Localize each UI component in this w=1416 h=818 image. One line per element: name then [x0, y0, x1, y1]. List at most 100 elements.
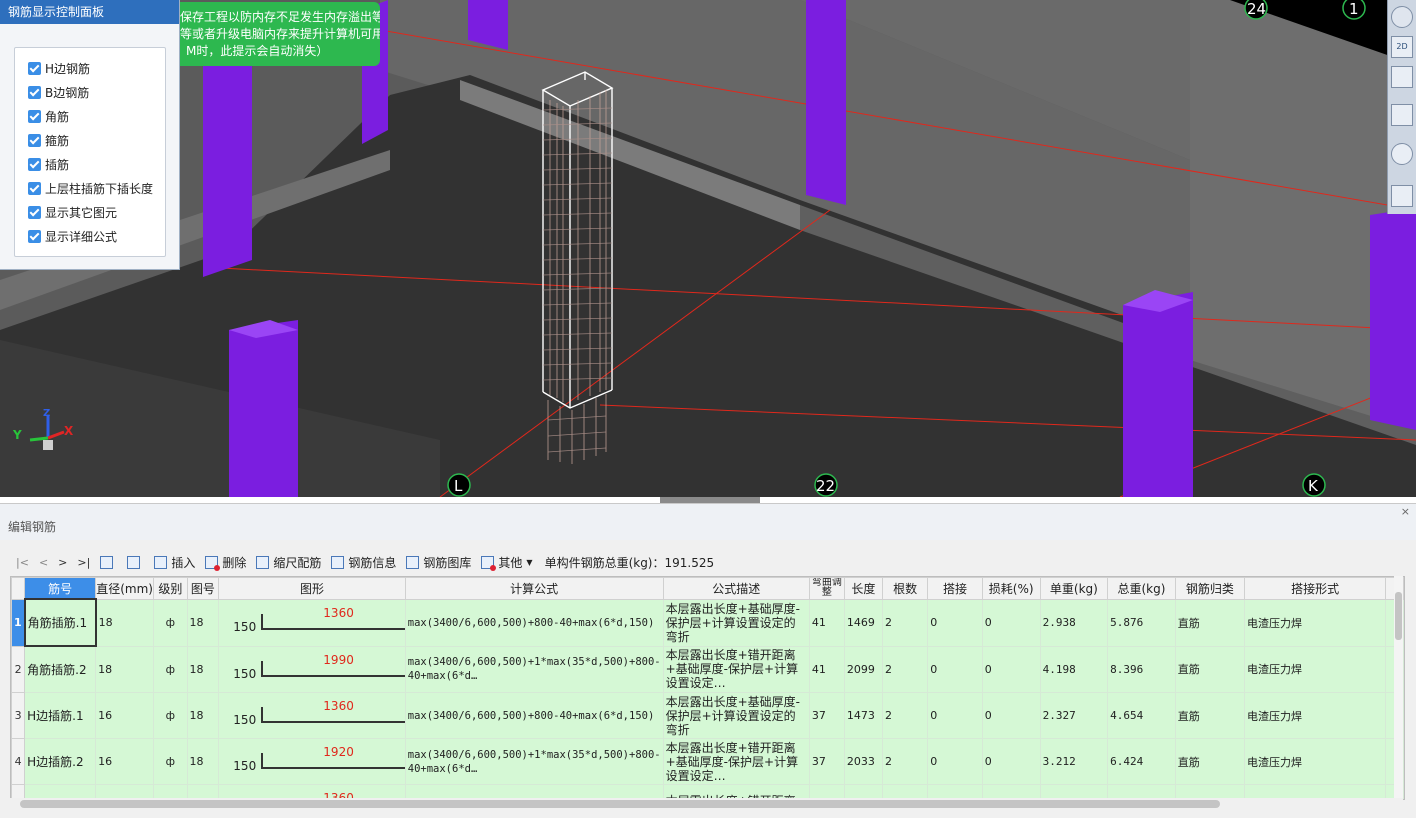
loss-cell[interactable]: 0 [981, 598, 1041, 647]
lap-type-cell[interactable]: 电渣压力焊 [1244, 692, 1387, 739]
horizontal-scrollbar[interactable] [10, 798, 1403, 810]
unit-weight-cell[interactable]: 3.212 [1039, 738, 1109, 785]
table-row[interactable]: 1 角筋插筋.1 18 ф 18 150 1360 max(3400/6,600… [11, 598, 1404, 647]
orbit-icon[interactable] [1391, 6, 1413, 28]
checkbox-checked-icon[interactable] [28, 109, 41, 123]
lap-cell[interactable]: 0 [927, 738, 983, 785]
row-index[interactable]: 1 [11, 598, 26, 647]
col-header[interactable]: 筋号 [24, 577, 97, 600]
formula-cell[interactable]: max(3400/6,600,500)+800-40+max(6*d,150) [404, 598, 664, 647]
lap-type-cell[interactable]: 电渣压力焊 [1244, 645, 1387, 693]
option-corner-rebar[interactable]: 角筋 [28, 107, 69, 125]
formula-cell[interactable]: max(3400/6,600,500)+1*max(35*d,500)+800-… [404, 645, 664, 693]
formula-cell[interactable]: max(3400/6,600,500)+800-40+max(6*d,150) [404, 692, 664, 739]
vertical-scroll-thumb[interactable] [1395, 592, 1402, 640]
formula-desc-cell[interactable]: 本层露出长度+错开距离+基础厚度-保护层+计算设置设定… [662, 645, 810, 693]
count-cell[interactable]: 2 [881, 645, 929, 693]
unit-weight-cell[interactable]: 4.198 [1039, 645, 1109, 693]
formula-cell[interactable]: max(3400/6,600,500)+1*max(35*d,500)+800-… [404, 738, 664, 785]
checkbox-checked-icon[interactable] [28, 181, 41, 195]
rebar-name-cell[interactable]: 角筋插筋.2 [24, 645, 97, 693]
figure-no-cell[interactable]: 18 [186, 692, 220, 739]
total-weight-cell[interactable]: 5.876 [1107, 598, 1176, 647]
option-h-rebar[interactable]: H边钢筋 [28, 59, 90, 77]
lap-type-cell[interactable]: 电渣压力焊 [1244, 738, 1387, 785]
shape-main-length[interactable]: 1920 [323, 745, 354, 759]
insert-button[interactable]: 插入 [154, 554, 195, 571]
shape-main-length[interactable]: 1360 [323, 699, 354, 713]
length-cell[interactable]: 1469 [843, 598, 883, 647]
col-header[interactable]: 总重(kg) [1107, 577, 1176, 600]
col-header[interactable]: 弯曲调整 [808, 577, 845, 600]
rotate-icon[interactable] [1391, 143, 1413, 165]
figure-no-cell[interactable]: 18 [186, 645, 220, 693]
row-index[interactable]: 3 [11, 692, 26, 739]
grade-cell[interactable]: ф [153, 692, 188, 739]
rebar-name-cell[interactable]: 角筋插筋.1 [23, 598, 97, 647]
rebar-info-button[interactable]: 钢筋信息 [331, 554, 396, 571]
col-header[interactable]: 长度 [843, 577, 883, 600]
scale-rebar-button[interactable]: 缩尺配筋 [256, 554, 321, 571]
col-header[interactable]: 单重(kg) [1039, 577, 1109, 600]
checkbox-checked-icon[interactable] [28, 85, 41, 99]
grade-cell[interactable]: ф [153, 598, 188, 647]
loss-cell[interactable]: 0 [981, 645, 1041, 693]
total-weight-cell[interactable]: 8.396 [1107, 645, 1176, 693]
view-cube-icon[interactable] [1391, 66, 1413, 88]
col-header[interactable]: 搭接形式 [1244, 577, 1387, 600]
formula-desc-cell[interactable]: 本层露出长度+基础厚度-保护层+计算设置设定的弯折 [662, 692, 810, 739]
view-2d-button[interactable]: 2D [1391, 36, 1413, 58]
vertical-scrollbar[interactable] [1394, 576, 1403, 798]
rebar-name-cell[interactable]: H边插筋.2 [24, 738, 97, 785]
shape-cell[interactable]: 150 1360 [218, 692, 406, 739]
rebar-name-cell[interactable]: H边插筋.1 [24, 692, 97, 739]
3d-viewport[interactable]: 24 1 L 22 K Y X Z 保存工程以防内存不足发生内存溢出等 等或者升… [0, 0, 1416, 497]
unit-weight-cell[interactable]: 2.938 [1039, 598, 1109, 647]
checkbox-checked-icon[interactable] [28, 61, 41, 75]
nav-first-button[interactable]: |< [16, 556, 29, 569]
length-cell[interactable]: 2099 [843, 645, 883, 693]
nav-prev-button[interactable]: < [39, 556, 48, 569]
lap-cell[interactable]: 0 [927, 598, 983, 647]
grade-cell[interactable]: ф [153, 738, 188, 785]
move-up-button[interactable] [100, 555, 117, 569]
diameter-cell[interactable]: 16 [95, 692, 155, 739]
nav-last-button[interactable]: >| [77, 556, 90, 569]
loss-cell[interactable]: 0 [981, 692, 1041, 739]
rebar-library-button[interactable]: 钢筋图库 [406, 554, 471, 571]
formula-desc-cell[interactable]: 本层露出长度+基础厚度-保护层+计算设置设定的弯折 [662, 598, 810, 647]
length-cell[interactable]: 2033 [843, 738, 883, 785]
checkbox-checked-icon[interactable] [28, 157, 41, 171]
figure-no-cell[interactable]: 18 [186, 598, 220, 647]
delete-button[interactable]: 删除 [205, 554, 246, 571]
category-cell[interactable]: 直筋 [1174, 598, 1246, 647]
other-menu-button[interactable]: 其他 ▼ [481, 554, 533, 571]
box-view-icon[interactable] [1391, 104, 1413, 126]
option-b-rebar[interactable]: B边钢筋 [28, 83, 89, 101]
checkbox-checked-icon[interactable] [28, 205, 41, 219]
shape-main-length[interactable]: 1990 [323, 653, 354, 667]
option-show-other-elements[interactable]: 显示其它图元 [28, 203, 117, 221]
option-upper-dowel-length[interactable]: 上层柱插筋下插长度 [28, 179, 153, 197]
col-header[interactable]: 公式描述 [662, 577, 810, 600]
grade-cell[interactable]: ф [153, 645, 188, 693]
nav-next-button[interactable]: > [58, 556, 67, 569]
col-header[interactable]: 根数 [881, 577, 929, 600]
bend-adjust-cell[interactable]: 41 [808, 645, 845, 693]
count-cell[interactable]: 2 [881, 692, 929, 739]
formula-desc-cell[interactable]: 本层露出长度+错开距离+基础厚度-保护层+计算设置设定… [662, 738, 810, 785]
count-cell[interactable]: 2 [881, 598, 929, 647]
table-row[interactable]: 2 角筋插筋.2 18 ф 18 150 1990 max(3400/6,600… [11, 645, 1404, 693]
horizontal-scroll-thumb[interactable] [20, 800, 1220, 808]
row-index[interactable]: 4 [11, 738, 26, 785]
diameter-cell[interactable]: 18 [95, 645, 155, 693]
col-header[interactable]: 损耗(%) [981, 577, 1041, 600]
option-dowel[interactable]: 插筋 [28, 155, 69, 173]
total-weight-cell[interactable]: 4.654 [1107, 692, 1176, 739]
diameter-cell[interactable]: 18 [95, 598, 155, 647]
col-header[interactable]: 计算公式 [404, 577, 664, 600]
category-cell[interactable]: 直筋 [1174, 645, 1246, 693]
shape-cell[interactable]: 150 1920 [218, 738, 406, 785]
close-icon[interactable]: × [1401, 505, 1410, 518]
row-index[interactable]: 2 [11, 645, 26, 693]
